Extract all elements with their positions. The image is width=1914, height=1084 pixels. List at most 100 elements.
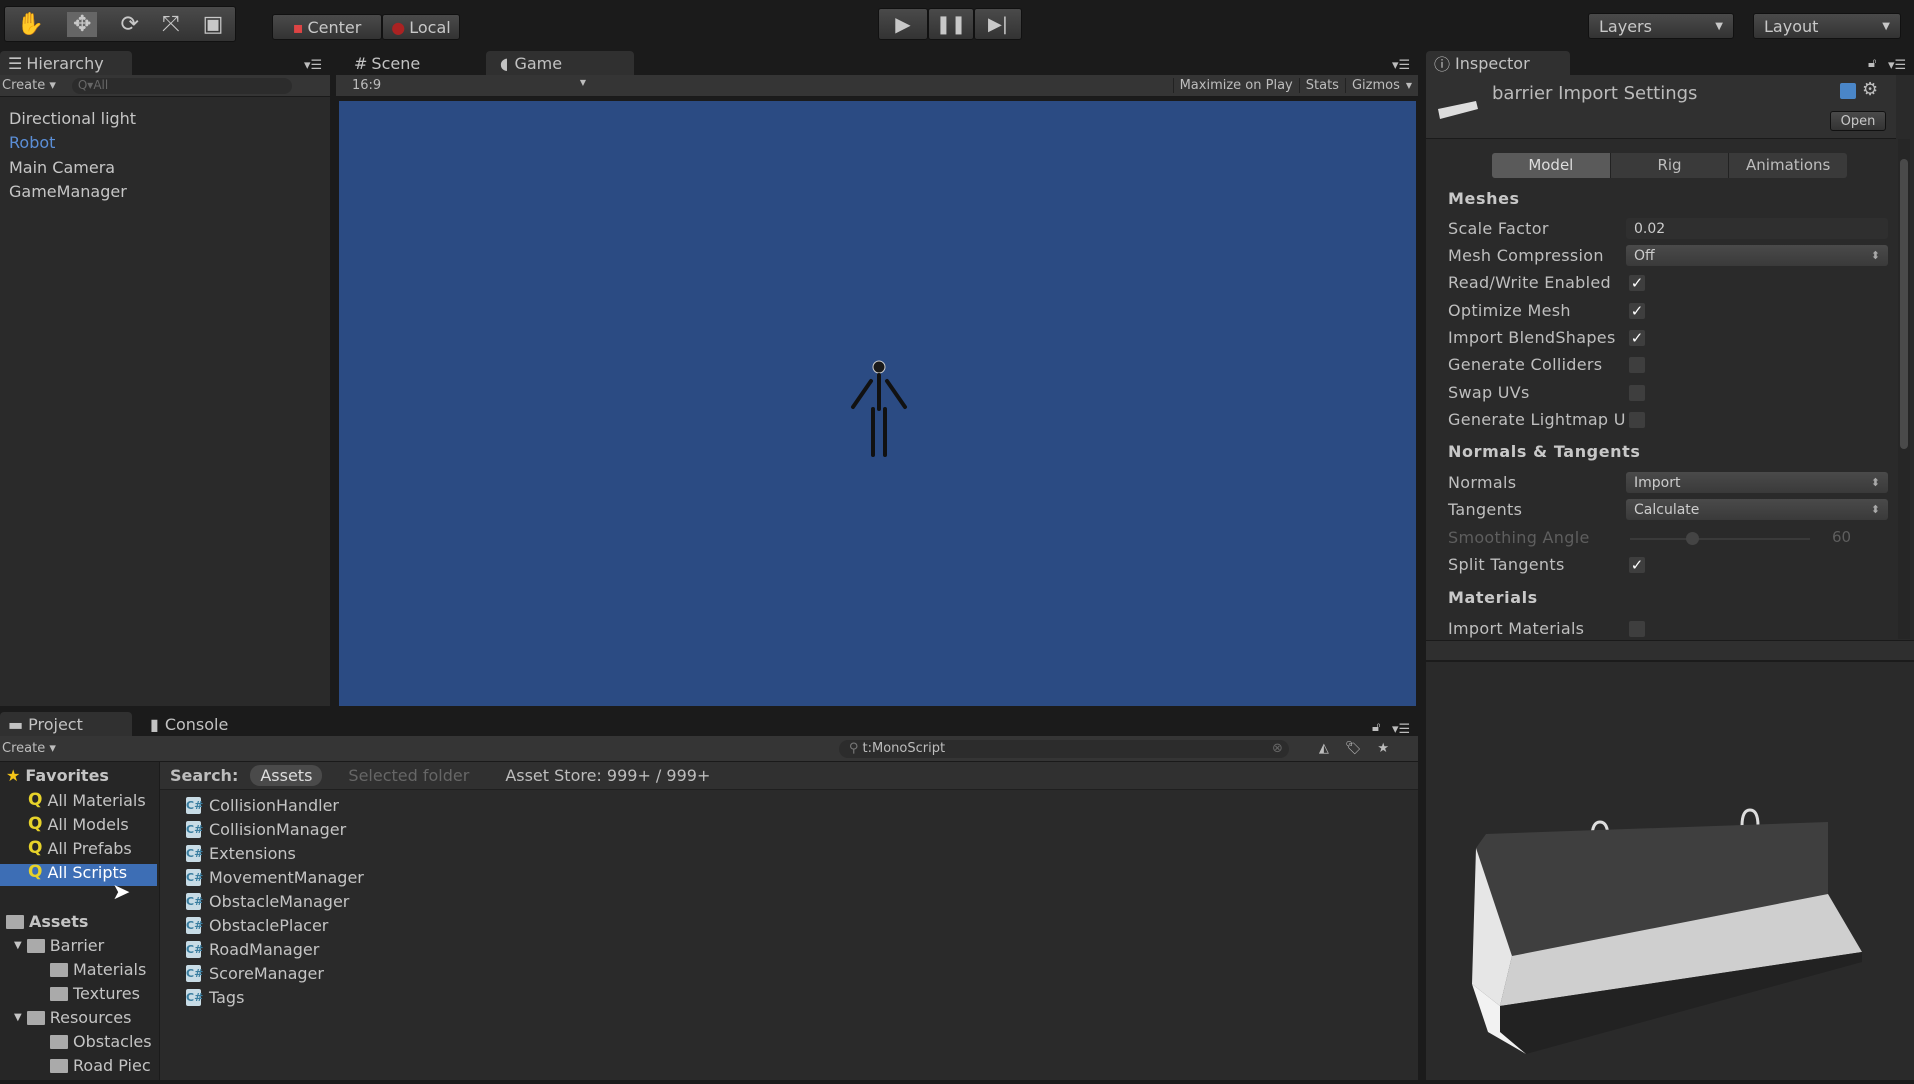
space-local-button[interactable]: ● Local [382, 14, 460, 40]
hierarchy-search-input[interactable]: Q▾All [71, 77, 292, 94]
tree-item[interactable]: Obstacles [50, 1032, 152, 1051]
tree-item[interactable]: Textures [50, 984, 140, 1003]
lock-icon[interactable]: 🔓︎ [1372, 720, 1380, 735]
inspector-scrollbar[interactable] [1898, 139, 1910, 639]
hierarchy-item-selected[interactable]: Robot [9, 133, 55, 152]
favorite-star-icon[interactable]: ★ [1377, 741, 1389, 756]
scope-assets-button[interactable]: Assets [250, 765, 323, 786]
tab-project[interactable]: ▬ Project [0, 712, 132, 736]
panel-menu-icon[interactable]: ▾☰ [1392, 722, 1410, 737]
slider-thumb[interactable] [1686, 532, 1699, 545]
create-dropdown[interactable]: Create ▾ [2, 78, 56, 93]
layout-dropdown[interactable]: Layout ▼ [1753, 13, 1901, 39]
tab-inspector[interactable]: ⓘ Inspector [1426, 51, 1570, 75]
game-view[interactable] [339, 101, 1416, 706]
tab-scene[interactable]: # Scene [346, 51, 476, 75]
swap-uvs-checkbox[interactable] [1629, 385, 1645, 401]
script-file[interactable]: C# ObstaclePlacer [186, 916, 328, 935]
hierarchy-item[interactable]: GameManager [9, 182, 127, 201]
mesh-compression-dropdown[interactable]: Off [1626, 245, 1888, 266]
generate-lightmap-checkbox[interactable] [1629, 412, 1645, 428]
rotate-icon[interactable]: ⟳ [121, 12, 139, 37]
tab-animations[interactable]: Animations [1728, 153, 1847, 178]
tree-label: Favorites [25, 766, 109, 785]
filter-by-type-icon[interactable]: ◭ [1319, 741, 1329, 756]
expand-arrow-icon[interactable]: ▼ [14, 1012, 22, 1023]
panel-menu-icon[interactable]: ▾☰ [1392, 58, 1410, 73]
pivot-center-button[interactable]: ▪ Center [272, 14, 382, 40]
open-button[interactable]: Open [1830, 111, 1886, 131]
normals-dropdown[interactable]: Import [1626, 472, 1888, 493]
script-file[interactable]: C# RoadManager [186, 940, 319, 959]
play-button[interactable]: ▶ [878, 8, 928, 40]
help-icon[interactable] [1840, 83, 1856, 99]
tree-assets[interactable]: Assets [6, 912, 88, 931]
script-file[interactable]: C# Tags [186, 988, 244, 1007]
tree-item[interactable]: Materials [50, 960, 146, 979]
tree-item-all-scripts[interactable]: Q All Scripts [28, 862, 127, 882]
mouse-cursor-icon: ➤ [112, 880, 131, 905]
panel-menu-icon[interactable]: ▾☰ [1888, 58, 1906, 73]
filter-by-label-icon[interactable]: 🏷︎ [1345, 741, 1362, 756]
csharp-script-icon: C# [186, 797, 204, 814]
generate-colliders-checkbox[interactable] [1629, 357, 1645, 373]
smoothing-angle-slider[interactable] [1630, 532, 1810, 545]
stats-toggle[interactable]: Stats [1298, 78, 1345, 93]
read-write-checkbox[interactable]: ✓ [1629, 275, 1645, 291]
panel-menu-icon[interactable]: ▾☰ [304, 58, 322, 73]
project-search-input[interactable]: ⚲ t:MonoScript ⊗ [838, 739, 1289, 758]
tab-rig[interactable]: Rig [1609, 153, 1729, 178]
move-icon[interactable]: ✥ [67, 11, 98, 37]
script-file[interactable]: C# ObstacleManager [186, 892, 349, 911]
maximize-on-play-toggle[interactable]: Maximize on Play [1172, 78, 1299, 93]
tab-hierarchy[interactable]: ☰ Hierarchy [0, 51, 132, 75]
tree-item[interactable]: Q All Materials [28, 790, 146, 810]
script-file[interactable]: C# CollisionManager [186, 820, 346, 839]
scope-selected-folder-button[interactable]: Selected folder [348, 766, 469, 785]
chevron-down-icon: ▼ [579, 78, 586, 87]
scale-icon[interactable]: ⤧ [162, 12, 180, 37]
tree-item[interactable]: Q All Models [28, 814, 129, 834]
scope-asset-store-button[interactable]: Asset Store: 999+ / 999+ [505, 766, 710, 785]
scale-factor-input[interactable]: 0.02 [1626, 218, 1888, 239]
pause-button[interactable]: ❚❚ [928, 8, 974, 40]
import-blendshapes-checkbox[interactable]: ✓ [1629, 330, 1645, 346]
step-icon: ▶| [988, 13, 1008, 35]
hierarchy-item[interactable]: Directional light [9, 109, 136, 128]
import-materials-checkbox[interactable] [1629, 621, 1645, 637]
gear-icon[interactable]: ⚙ [1862, 79, 1878, 100]
script-file[interactable]: C# Extensions [186, 844, 296, 863]
create-dropdown[interactable]: Create ▾ [2, 741, 56, 756]
layers-dropdown[interactable]: Layers ▼ [1588, 13, 1734, 39]
lock-icon[interactable]: 🔓︎ [1868, 56, 1876, 71]
tangents-dropdown[interactable]: Calculate [1626, 499, 1888, 520]
scroll-thumb[interactable] [1900, 159, 1908, 449]
model-preview[interactable] [1426, 662, 1914, 1080]
tab-model[interactable]: Model [1492, 153, 1610, 178]
space-label: Local [409, 17, 451, 37]
step-button[interactable]: ▶| [974, 8, 1022, 40]
layers-label: Layers [1599, 16, 1652, 36]
expand-arrow-icon[interactable]: ▼ [14, 940, 22, 951]
script-file[interactable]: C# MovementManager [186, 868, 364, 887]
tree-item[interactable]: Road Piec [50, 1056, 151, 1075]
optimize-mesh-checkbox[interactable]: ✓ [1629, 303, 1645, 319]
tree-item[interactable]: Q All Prefabs [28, 838, 132, 858]
gizmos-dropdown[interactable]: Gizmos [1344, 78, 1406, 93]
tree-favorites[interactable]: ★ Favorites [6, 766, 109, 785]
rect-icon[interactable]: ▣ [203, 12, 224, 37]
hierarchy-item[interactable]: Main Camera [9, 158, 115, 177]
script-file[interactable]: C# CollisionHandler [186, 796, 339, 815]
clear-search-icon[interactable]: ⊗ [1272, 741, 1283, 756]
tab-console[interactable]: ▮ Console [142, 712, 272, 736]
preview-resize-handle[interactable] [1426, 640, 1914, 660]
split-tangents-checkbox[interactable]: ✓ [1629, 557, 1645, 573]
aspect-dropdown[interactable]: 16:9 ▼ [352, 78, 586, 93]
script-file[interactable]: C# ScoreManager [186, 964, 324, 983]
tree-item[interactable]: ▼ Resources [14, 1008, 131, 1027]
project-files: Search: Assets Selected folder Asset Sto… [160, 762, 1418, 1080]
tree-item[interactable]: ▼ Barrier [14, 936, 104, 955]
list-icon: ☰ [8, 53, 23, 73]
hand-icon[interactable]: ✋ [17, 12, 44, 37]
tab-game[interactable]: ◖ Game [486, 51, 634, 75]
